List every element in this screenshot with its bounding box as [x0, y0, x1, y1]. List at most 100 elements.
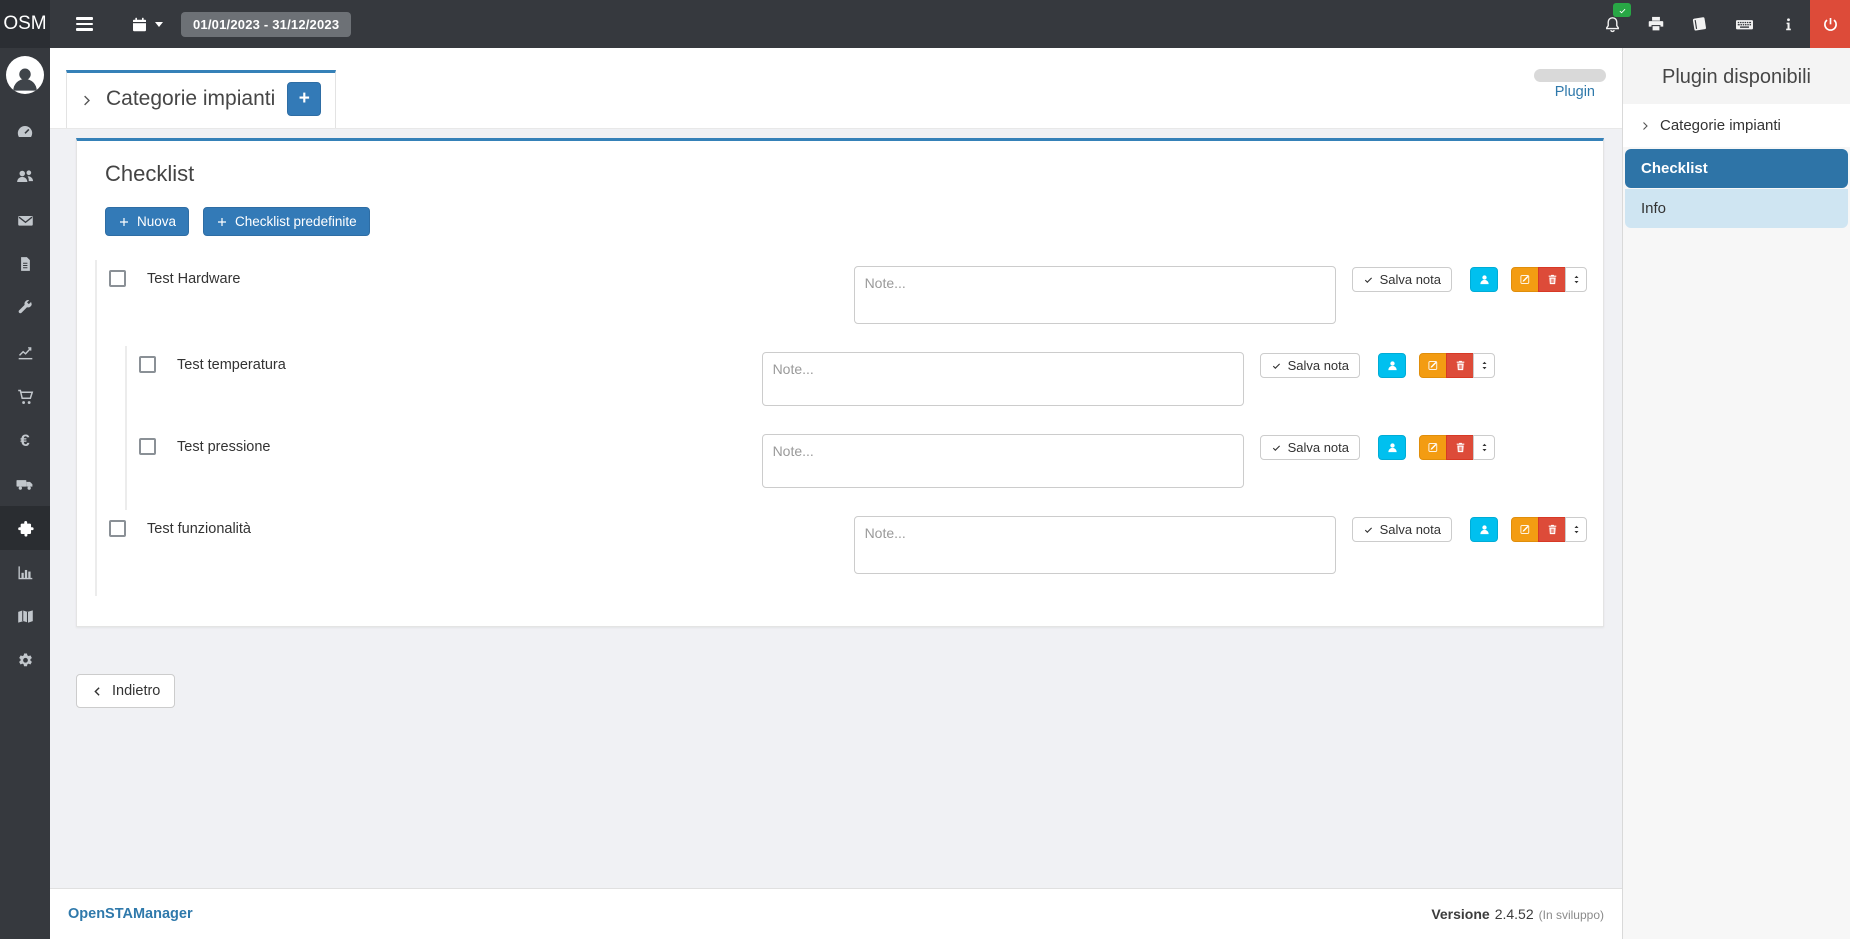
new-checklist-button[interactable]: Nuova: [105, 207, 190, 236]
sort-icon: [1571, 523, 1582, 536]
sidebar-toggle-button[interactable]: [72, 14, 96, 33]
item-checkbox[interactable]: [109, 520, 126, 537]
sidebar-item-documents[interactable]: [0, 242, 50, 286]
assign-user-button[interactable]: [1470, 267, 1498, 292]
sidebar-item-statistics[interactable]: [0, 550, 50, 594]
pencil-square-icon: [1519, 523, 1532, 536]
sort-item-button[interactable]: [1473, 353, 1495, 378]
save-note-button[interactable]: Salva nota: [1351, 517, 1452, 542]
wrench-icon: [16, 299, 34, 317]
footer-brand-link[interactable]: OpenSTAManager: [68, 906, 193, 922]
user-icon: [1386, 441, 1399, 454]
edit-item-button[interactable]: [1511, 517, 1539, 542]
checklist-item-row: Test pressione Salva nota: [127, 428, 1495, 510]
note-input[interactable]: [853, 516, 1336, 574]
sidebar-item-dashboard[interactable]: [0, 110, 50, 154]
date-range-badge[interactable]: 01/01/2023 - 31/12/2023: [181, 11, 352, 37]
item-checkbox[interactable]: [109, 270, 126, 287]
map-icon: [16, 607, 35, 626]
note-input[interactable]: [853, 266, 1336, 324]
plus-icon: [118, 216, 130, 228]
check-icon: [1363, 524, 1374, 535]
sort-item-button[interactable]: [1473, 435, 1495, 460]
item-checkbox[interactable]: [139, 356, 156, 373]
checklist-rows: Test Hardware Salva nota: [95, 260, 1587, 596]
tachometer-icon: [15, 122, 35, 142]
sort-item-button[interactable]: [1565, 517, 1587, 542]
chevron-left-icon: [91, 685, 104, 698]
calendar-dropdown-button[interactable]: [130, 15, 163, 34]
add-category-button[interactable]: +: [287, 81, 322, 116]
shortcuts-button[interactable]: [1722, 0, 1766, 48]
sidebar-nav: €: [0, 110, 50, 682]
delete-item-button[interactable]: [1538, 267, 1566, 292]
gear-icon: [16, 651, 35, 670]
sort-icon: [1479, 359, 1490, 372]
plugin-panel: Plugin disponibili Categorie impianti Ch…: [1622, 48, 1850, 939]
item-label: Test pressione: [177, 439, 271, 455]
sidebar-item-reports[interactable]: [0, 330, 50, 374]
sidebar-item-shipping[interactable]: [0, 462, 50, 506]
print-button[interactable]: [1634, 0, 1678, 48]
manual-button[interactable]: [1678, 0, 1722, 48]
user-avatar[interactable]: [6, 56, 44, 94]
sidebar-item-invoices[interactable]: €: [0, 418, 50, 462]
save-note-button[interactable]: Salva nota: [1259, 353, 1360, 378]
sidebar-item-plants[interactable]: [0, 506, 50, 550]
item-label: Test Hardware: [147, 271, 241, 287]
delete-item-button[interactable]: [1446, 353, 1474, 378]
delete-item-button[interactable]: [1446, 435, 1474, 460]
checklist-item-row: Test funzionalità Salva nota: [97, 510, 1587, 596]
checklist-item-row: Test temperatura Salva nota: [127, 346, 1495, 428]
tab-scrollbar[interactable]: [1534, 69, 1606, 82]
sort-item-button[interactable]: [1565, 267, 1587, 292]
user-icon: [1478, 523, 1491, 536]
trash-icon: [1546, 273, 1559, 286]
info-button[interactable]: [1766, 0, 1810, 48]
sidebar-item-users[interactable]: [0, 154, 50, 198]
assign-user-button[interactable]: [1470, 517, 1498, 542]
trash-icon: [1454, 441, 1467, 454]
sidebar-item-settings[interactable]: [0, 638, 50, 682]
panel-item-info[interactable]: Info: [1625, 189, 1848, 228]
plugin-link[interactable]: Plugin: [1555, 84, 1595, 100]
keyboard-icon: [1734, 14, 1755, 35]
checklist-item-row: Test Hardware Salva nota: [97, 260, 1587, 346]
sidebar-item-orders[interactable]: [0, 374, 50, 418]
sidebar-item-interventions[interactable]: [0, 286, 50, 330]
edit-item-button[interactable]: [1511, 267, 1539, 292]
assign-user-button[interactable]: [1378, 435, 1406, 460]
pencil-square-icon: [1427, 359, 1440, 372]
item-label: Test temperatura: [177, 357, 286, 373]
logout-button[interactable]: [1810, 0, 1850, 48]
user-icon: [1478, 273, 1491, 286]
save-note-button[interactable]: Salva nota: [1351, 267, 1452, 292]
edit-item-button[interactable]: [1419, 353, 1447, 378]
predefined-checklist-button[interactable]: Checklist predefinite: [203, 207, 370, 236]
save-note-button[interactable]: Salva nota: [1259, 435, 1360, 460]
check-icon: [1618, 6, 1627, 15]
panel-item-checklist[interactable]: Checklist: [1625, 149, 1848, 188]
puzzle-icon: [16, 519, 35, 538]
plugin-panel-title: Plugin disponibili: [1623, 48, 1850, 104]
app-logo[interactable]: OSM: [0, 0, 50, 48]
sidebar-item-map[interactable]: [0, 594, 50, 638]
tab-categorie-impianti[interactable]: Categorie impianti +: [66, 70, 337, 128]
panel-item-categorie-impianti[interactable]: Categorie impianti: [1623, 104, 1850, 147]
assign-user-button[interactable]: [1378, 353, 1406, 378]
main-area: Categorie impianti + Plugin Checklist Nu…: [50, 48, 1622, 939]
notifications-button[interactable]: [1590, 0, 1634, 48]
sidebar-item-mail[interactable]: [0, 198, 50, 242]
delete-item-button[interactable]: [1538, 517, 1566, 542]
tab-bar: Categorie impianti + Plugin: [50, 48, 1622, 129]
printer-icon: [1646, 14, 1666, 34]
sort-icon: [1571, 273, 1582, 286]
note-input[interactable]: [761, 352, 1244, 406]
edit-item-button[interactable]: [1419, 435, 1447, 460]
users-icon: [15, 166, 35, 186]
note-input[interactable]: [761, 434, 1244, 488]
file-icon: [16, 255, 34, 273]
item-label: Test funzionalità: [147, 521, 251, 537]
back-button[interactable]: Indietro: [76, 674, 176, 708]
item-checkbox[interactable]: [139, 438, 156, 455]
